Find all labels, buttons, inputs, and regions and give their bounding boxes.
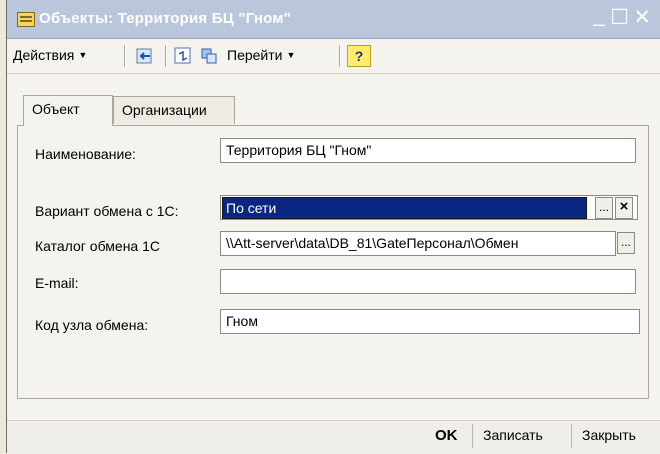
email-field[interactable] bbox=[220, 269, 636, 294]
toolbar: Действия ▼ Перейти ▼ ? bbox=[7, 39, 660, 74]
minimize-button[interactable]: _ bbox=[593, 5, 605, 26]
footer-separator bbox=[571, 424, 572, 448]
structure-icon[interactable] bbox=[199, 46, 219, 66]
chevron-down-icon: ▼ bbox=[286, 50, 296, 60]
actions-menu[interactable]: Действия ▼ bbox=[13, 47, 87, 63]
goto-menu[interactable]: Перейти ▼ bbox=[227, 47, 295, 63]
toolbar-separator bbox=[124, 45, 125, 67]
footer-separator bbox=[472, 424, 473, 448]
catalog-icon bbox=[17, 12, 35, 27]
tab-organizations-label: Организации bbox=[122, 102, 207, 118]
name-label: Наименование: bbox=[35, 146, 136, 162]
goto-menu-label: Перейти bbox=[227, 47, 283, 63]
node-code-field[interactable]: Гном bbox=[220, 309, 640, 334]
actions-menu-label: Действия bbox=[13, 47, 75, 63]
close-button[interactable]: Закрыть bbox=[582, 427, 636, 443]
refresh-icon[interactable] bbox=[173, 46, 193, 66]
email-label: E-mail: bbox=[35, 275, 79, 291]
exchange-catalog-field[interactable]: \\Att-server\data\DB_81\GateПерсонал\Обм… bbox=[220, 231, 616, 256]
exchange-variant-value[interactable]: По сети bbox=[222, 197, 587, 219]
save-button[interactable]: Записать bbox=[483, 427, 543, 443]
exchange-variant-label: Вариант обмена с 1С: bbox=[35, 203, 179, 219]
exchange-variant-select-button[interactable]: ... bbox=[595, 197, 613, 219]
form-panel bbox=[17, 125, 649, 399]
toolbar-separator bbox=[165, 45, 166, 67]
back-arrow-icon[interactable] bbox=[135, 46, 155, 66]
exchange-variant-clear-button[interactable]: × bbox=[615, 197, 633, 219]
tab-object-label: Объект bbox=[32, 101, 80, 117]
tab-organizations[interactable]: Организации bbox=[113, 96, 235, 124]
maximize-button[interactable]: ☐ bbox=[610, 7, 629, 28]
dialog-window: Объекты: Территория БЦ "Гном" _ ☐ ✕ Дейс… bbox=[6, 0, 660, 454]
node-code-label: Код узла обмена: bbox=[35, 317, 149, 333]
window-title: Объекты: Территория БЦ "Гном" bbox=[39, 10, 291, 27]
exchange-catalog-label: Каталог обмена 1С bbox=[35, 238, 160, 254]
exchange-catalog-browse-button[interactable]: ... bbox=[617, 232, 635, 254]
help-icon[interactable]: ? bbox=[347, 45, 371, 67]
ok-button[interactable]: OK bbox=[435, 427, 458, 444]
tab-object[interactable]: Объект bbox=[23, 95, 113, 126]
footer-bar bbox=[7, 420, 660, 454]
close-window-button[interactable]: ✕ bbox=[633, 7, 651, 28]
chevron-down-icon: ▼ bbox=[78, 50, 88, 60]
name-field[interactable]: Территория БЦ "Гном" bbox=[220, 138, 636, 163]
title-bar[interactable]: Объекты: Территория БЦ "Гном" _ ☐ ✕ bbox=[7, 0, 660, 39]
toolbar-separator bbox=[339, 45, 340, 67]
